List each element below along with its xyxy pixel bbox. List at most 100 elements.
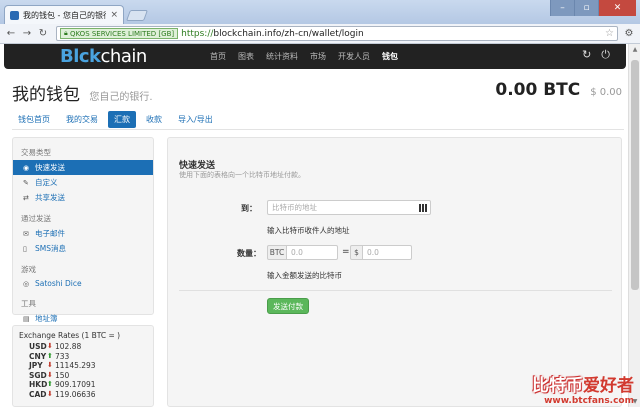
rate-value: 11145.293: [55, 361, 96, 370]
sidebar-item-email[interactable]: ✉ 电子邮件: [13, 226, 153, 241]
page-scrollbar[interactable]: ▲ ▼: [628, 44, 640, 407]
rate-value: 733: [55, 351, 70, 361]
sidebar-item-address-book[interactable]: ▤ 地址簿: [13, 311, 153, 326]
sidebar-item-custom[interactable]: ✎ 自定义: [13, 175, 153, 190]
new-tab-button[interactable]: [125, 10, 149, 21]
rate-row: SGD ⬇ 150: [19, 371, 147, 381]
qr-code-icon[interactable]: [419, 204, 427, 212]
rate-currency: CNY: [29, 351, 47, 361]
nav-developers[interactable]: 开发人员: [338, 51, 370, 62]
balance-btc[interactable]: 0.00 BTC: [495, 80, 580, 100]
wallet-subtitle: 您自己的银行.: [89, 92, 153, 103]
tab-my-transactions[interactable]: 我的交易: [60, 111, 104, 128]
sidebar-item-quick-send[interactable]: ◉ 快速发送: [13, 160, 153, 175]
minimize-icon[interactable]: –: [550, 0, 574, 16]
to-address-placeholder: 比特币的地址: [272, 203, 317, 212]
shuffle-icon: ⇄: [23, 193, 29, 202]
rate-value: 909.17091: [55, 380, 96, 389]
rate-currency: CAD: [29, 389, 47, 399]
amount-hint: 输入金额发送的比特币: [267, 271, 342, 280]
to-label: 到：: [241, 204, 257, 213]
sidebar-item-satoshi-dice[interactable]: ◎ Satoshi Dice: [13, 277, 153, 290]
sidebar-item-label: 自定义: [35, 178, 58, 187]
usd-amount-value: 0.0: [367, 248, 379, 257]
tab-wallet-home[interactable]: 钱包首页: [12, 111, 56, 128]
wallet-tabs: 钱包首页 我的交易 汇款 收款 导入/导出: [12, 111, 223, 128]
form-subtitle: 使用下面的表格向一个比特币地址付款。: [179, 171, 305, 179]
site-header: Blckchain 首页 图表 统计资料 市场 开发人员 钱包 ↻ ⏻: [4, 44, 626, 69]
scroll-up-icon[interactable]: ▲: [629, 46, 640, 53]
tab-title: 我的钱包 - 您自己的银行: [23, 10, 107, 20]
wrench-menu-icon[interactable]: ⚙: [622, 28, 636, 39]
url-text: https://blockchain.info/zh-cn/wallet/log…: [181, 29, 364, 39]
forward-arrow-icon[interactable]: →: [20, 27, 34, 41]
equals-sign: =: [342, 247, 350, 257]
tab-send[interactable]: 汇款: [108, 111, 136, 128]
balance: 0.00 BTC $ 0.00: [495, 80, 622, 100]
nav-wallet[interactable]: 钱包: [382, 51, 398, 62]
ev-certificate-badge[interactable]: 🔒︎ QKOS SERVICES LIMITED [GB]: [60, 28, 179, 39]
tab-receive[interactable]: 收款: [140, 111, 168, 128]
send-type-sidebar: 交易类型 ◉ 快速发送 ✎ 自定义 ⇄ 共享发送 通过发送 ✉ 电子邮件 ▯ SMS消息 …: [12, 137, 154, 323]
btc-addon: BTC: [267, 245, 287, 260]
sidebar-item-sms[interactable]: ▯ SMS消息: [13, 241, 153, 256]
arrow-down-icon: ⬇: [47, 389, 53, 398]
sidebar-section-transaction-type: 交易类型: [21, 148, 51, 157]
to-address-input[interactable]: 比特币的地址: [267, 200, 431, 215]
bookmark-star-icon[interactable]: ☆: [605, 28, 614, 39]
amount-label: 数量：: [237, 249, 261, 258]
arrow-down-icon: ⬇: [47, 361, 53, 369]
sidebar-section-tools: 工具: [21, 299, 36, 308]
form-divider: [179, 290, 612, 291]
scrollbar-thumb[interactable]: [631, 60, 639, 290]
rate-row: JPY ⬇ 11145.293: [19, 361, 147, 371]
favicon-icon: [10, 10, 19, 20]
rate-currency: USD: [29, 342, 47, 351]
envelope-icon: ✉: [23, 229, 29, 238]
nav-stats[interactable]: 统计资料: [266, 51, 298, 62]
top-nav: 首页 图表 统计资料 市场 开发人员 钱包: [210, 44, 410, 69]
logo-part-1: Bl: [60, 46, 79, 67]
sidebar-item-label: 共享发送: [35, 193, 65, 202]
rate-row: CAD ⬇ 119.06636: [19, 390, 147, 400]
btcfans-watermark: 比特币爱好者 www.btcfans.com: [532, 371, 634, 406]
sidebar-item-shared-send[interactable]: ⇄ 共享发送: [13, 190, 153, 205]
tab-close-icon[interactable]: ×: [110, 10, 118, 20]
reload-icon[interactable]: ↻: [36, 27, 50, 41]
sidebar-item-label: 地址簿: [35, 314, 58, 323]
page-title: 我的钱包 您自己的银行.: [12, 80, 153, 105]
rate-currency: HKD: [29, 380, 48, 389]
rate-currency: SGD: [29, 370, 47, 380]
sidebar-item-label: 电子邮件: [35, 229, 65, 238]
browser-toolbar: ← → ↻ 🔒︎ QKOS SERVICES LIMITED [GB] http…: [0, 24, 640, 44]
tab-import-export[interactable]: 导入/导出: [172, 111, 219, 128]
send-payment-button[interactable]: 发送付款: [267, 298, 309, 314]
nav-markets[interactable]: 市场: [310, 51, 326, 62]
header-icons: ↻ ⏻: [572, 48, 610, 62]
window-close-icon[interactable]: ✕: [598, 0, 636, 16]
refresh-icon[interactable]: ↻: [582, 48, 591, 62]
arrow-down-icon: ⬇: [47, 370, 53, 379]
nav-home[interactable]: 首页: [210, 51, 226, 62]
back-arrow-icon[interactable]: ←: [4, 27, 18, 41]
logout-power-icon[interactable]: ⏻: [601, 48, 610, 62]
browser-tab[interactable]: 我的钱包 - 您自己的银行 ×: [4, 5, 124, 24]
rate-row: USD ⬇ 102.88: [19, 342, 147, 352]
wallet-title: 我的钱包: [12, 85, 80, 105]
usd-amount-input[interactable]: 0.0: [362, 245, 412, 260]
quick-send-panel: 快速发送 使用下面的表格向一个比特币地址付款。 到： 比特币的地址 输入比特币收…: [167, 137, 622, 407]
maximize-icon[interactable]: ▫: [574, 0, 598, 16]
rate-row: CNY ⬆ 733: [19, 352, 147, 362]
sidebar-section-send-via: 通过发送: [21, 214, 51, 223]
balance-usd: $ 0.00: [590, 87, 622, 98]
btc-amount-input[interactable]: 0.0: [286, 245, 338, 260]
rate-row: HKD ⬆ 909.17091: [19, 380, 147, 390]
logo-part-2: ck: [78, 46, 101, 67]
blockchain-logo[interactable]: Blckchain: [60, 46, 147, 67]
address-bar[interactable]: 🔒︎ QKOS SERVICES LIMITED [GB] https://bl…: [56, 26, 618, 41]
exchange-rates-header: Exchange Rates (1 BTC = ): [19, 331, 121, 340]
sidebar-section-games: 游戏: [21, 265, 36, 274]
nav-charts[interactable]: 图表: [238, 51, 254, 62]
rate-value: 119.06636: [55, 389, 96, 399]
url-scheme: https://: [181, 28, 214, 39]
